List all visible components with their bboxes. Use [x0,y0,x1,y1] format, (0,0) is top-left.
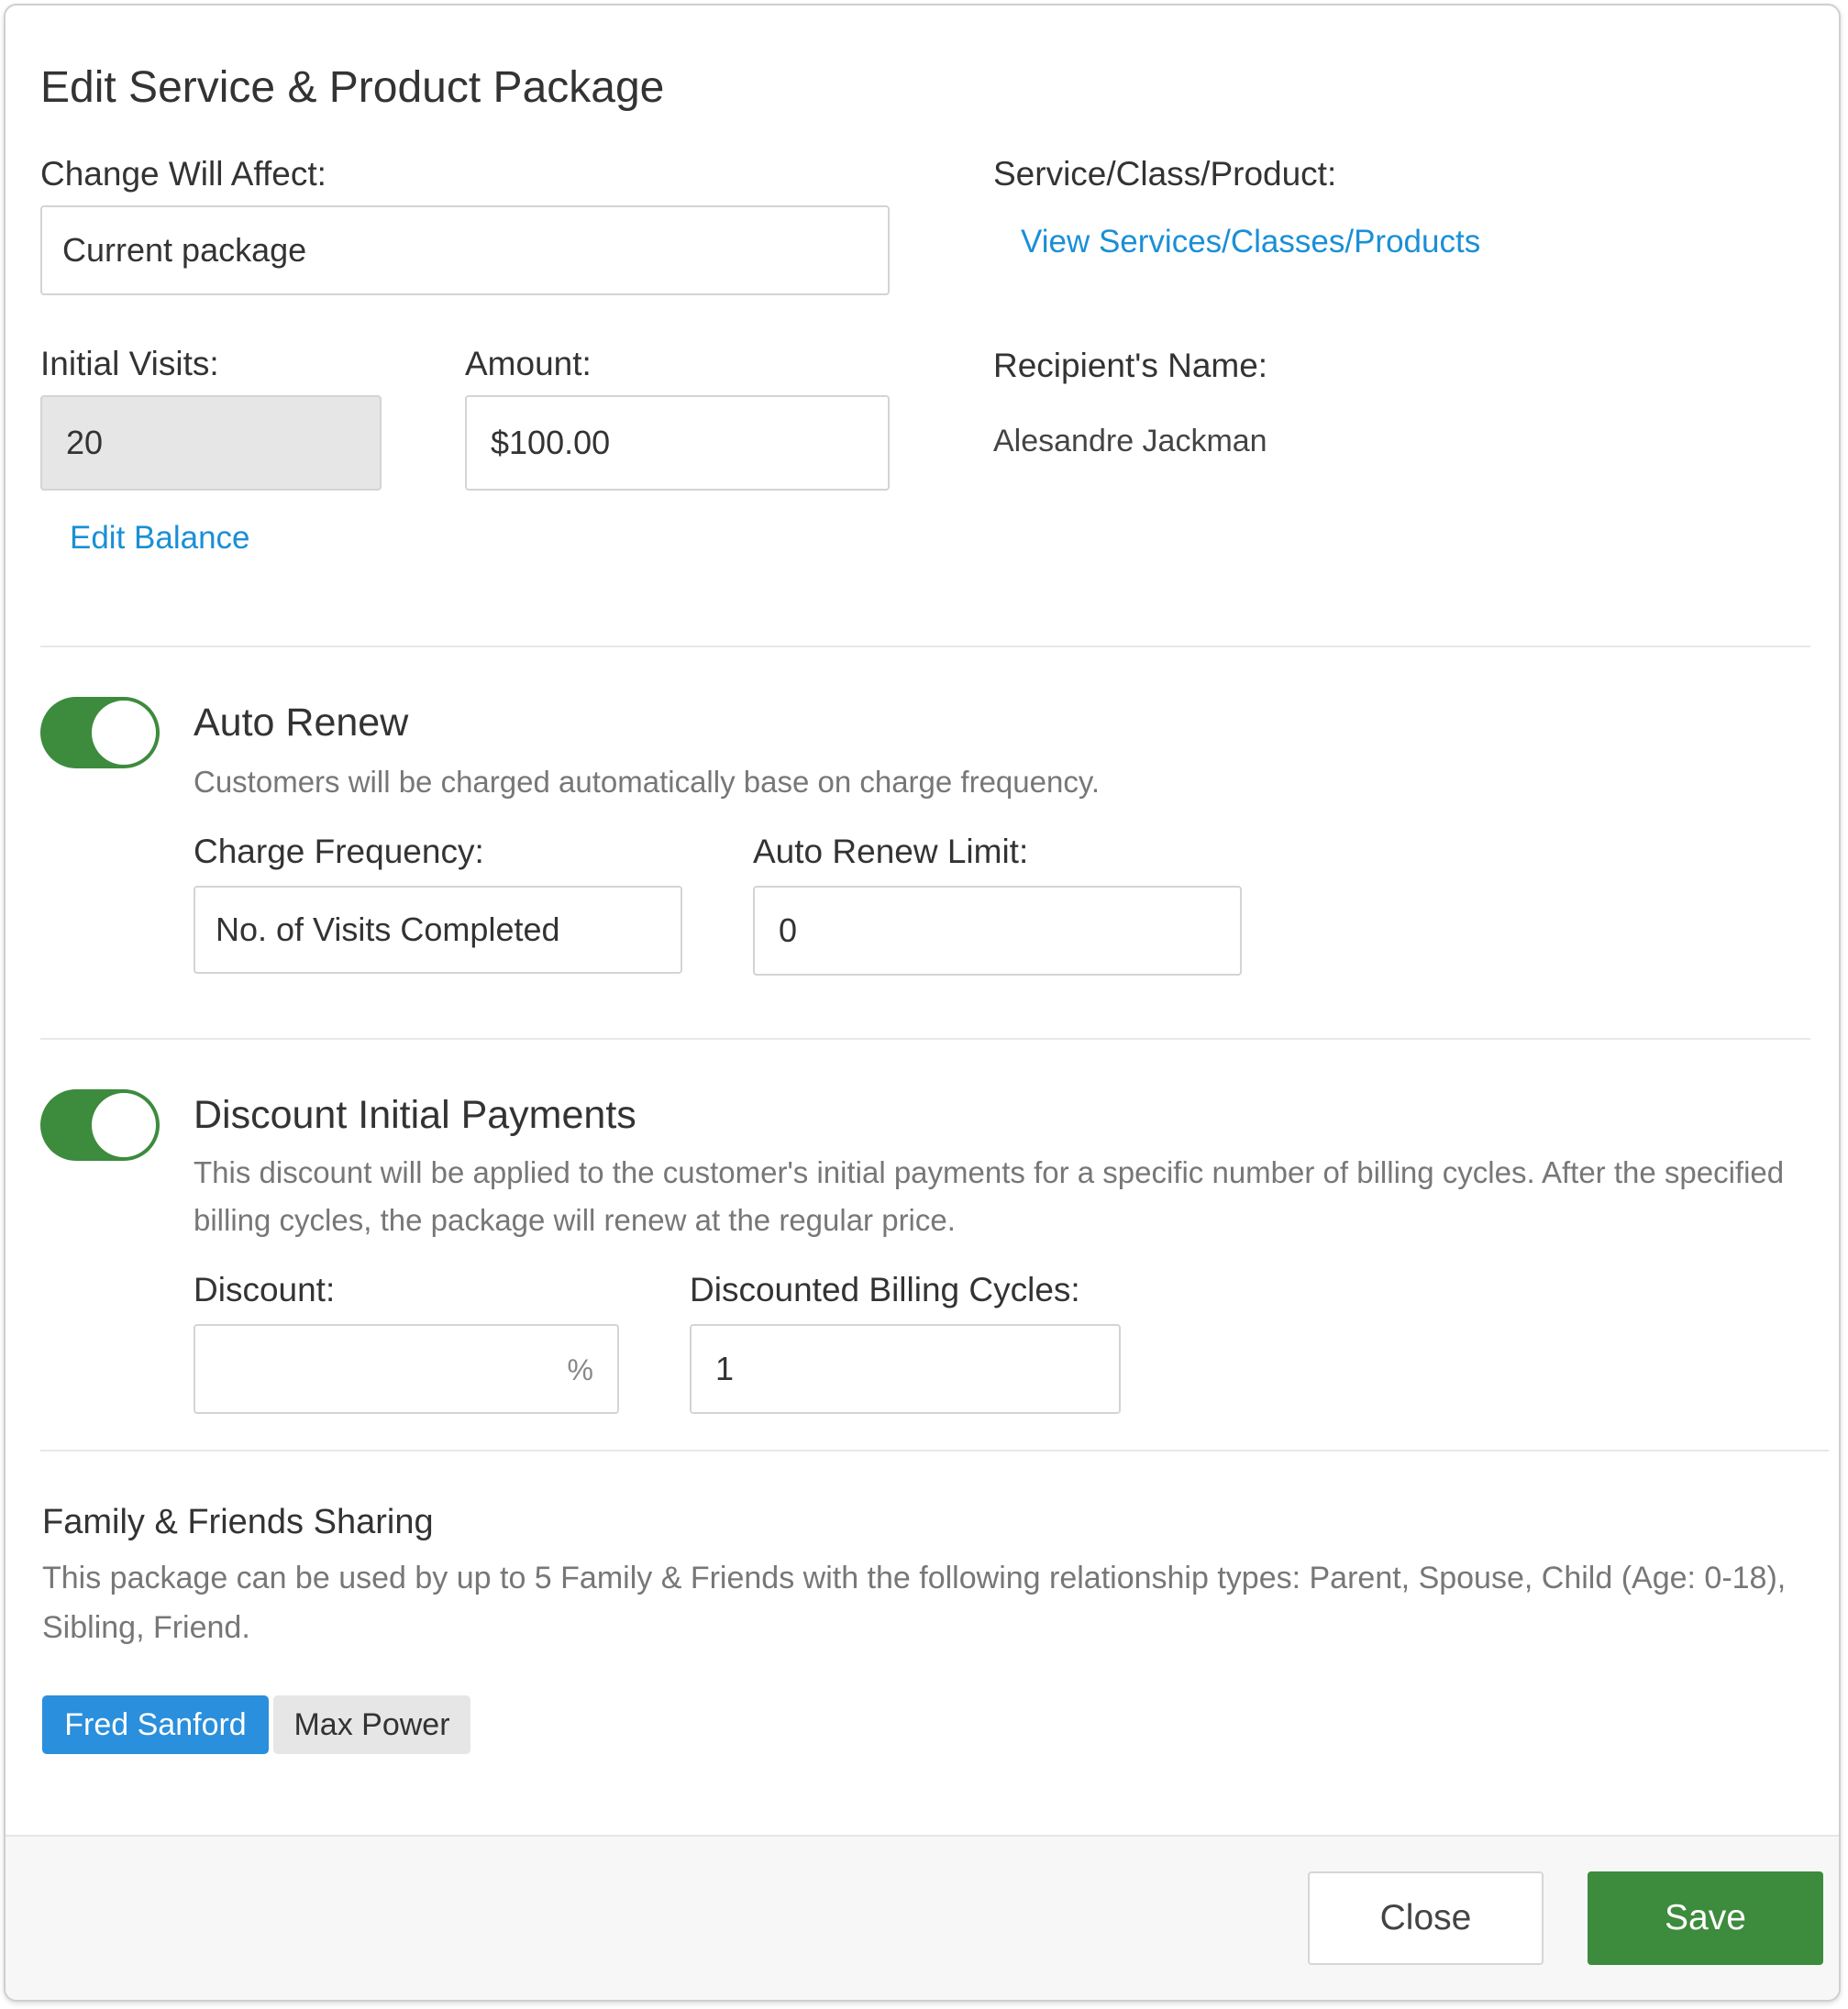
toggle-knob [92,701,156,765]
divider [40,1038,1810,1040]
divider [40,646,1810,647]
amount-input[interactable]: $100.00 [465,395,890,491]
discount-initial-title: Discount Initial Payments [194,1093,636,1137]
charge-frequency-label: Charge Frequency: [194,833,484,870]
edit-balance-link[interactable]: Edit Balance [70,520,250,557]
divider [40,1450,1829,1452]
toggle-knob [92,1093,156,1157]
auto-renew-description: Customers will be charged automatically … [194,765,1101,799]
discounted-billing-cycles-value: 1 [715,1350,735,1387]
discounted-billing-cycles-label: Discounted Billing Cycles: [690,1271,1080,1308]
family-member-tag[interactable]: Fred Sanford [42,1695,269,1754]
recipient-name-label: Recipient's Name: [993,347,1268,384]
initial-visits-label: Initial Visits: [40,345,219,382]
change-will-affect-value: Current package [62,231,307,269]
discount-input[interactable]: % [194,1324,619,1414]
close-button[interactable]: Close [1308,1871,1544,1965]
recipient-name-value: Alesandre Jackman [993,424,1267,458]
discount-label: Discount: [194,1271,336,1308]
charge-frequency-select[interactable]: No. of Visits Completed [194,886,682,974]
discount-initial-toggle[interactable] [40,1089,160,1161]
amount-value: $100.00 [491,424,611,461]
change-will-affect-select[interactable]: Current package [40,205,890,295]
edit-package-modal: Edit Service & Product Package Change Wi… [4,4,1841,2002]
modal-title: Edit Service & Product Package [40,63,665,112]
percent-suffix: % [567,1353,593,1386]
save-button[interactable]: Save [1588,1871,1823,1965]
auto-renew-toggle[interactable] [40,697,160,768]
family-sharing-description: This package can be used by up to 5 Fami… [42,1561,1787,1645]
modal-footer: Close Save [6,1835,1839,2000]
family-member-tag[interactable]: Max Power [273,1695,470,1754]
auto-renew-limit-input[interactable]: 0 [753,886,1242,976]
initial-visits-input: 20 [40,395,382,491]
service-class-product-label: Service/Class/Product: [993,155,1337,193]
auto-renew-limit-label: Auto Renew Limit: [753,833,1029,870]
change-will-affect-label: Change Will Affect: [40,155,326,193]
auto-renew-title: Auto Renew [194,701,409,745]
auto-renew-limit-value: 0 [779,911,798,949]
family-sharing-title: Family & Friends Sharing [42,1503,434,1541]
view-services-link[interactable]: View Services/Classes/Products [1021,224,1480,260]
amount-label: Amount: [465,345,592,382]
discount-initial-description: This discount will be applied to the cus… [194,1155,1785,1237]
charge-frequency-value: No. of Visits Completed [216,911,560,948]
discounted-billing-cycles-input[interactable]: 1 [690,1324,1121,1414]
initial-visits-value: 20 [66,424,104,461]
